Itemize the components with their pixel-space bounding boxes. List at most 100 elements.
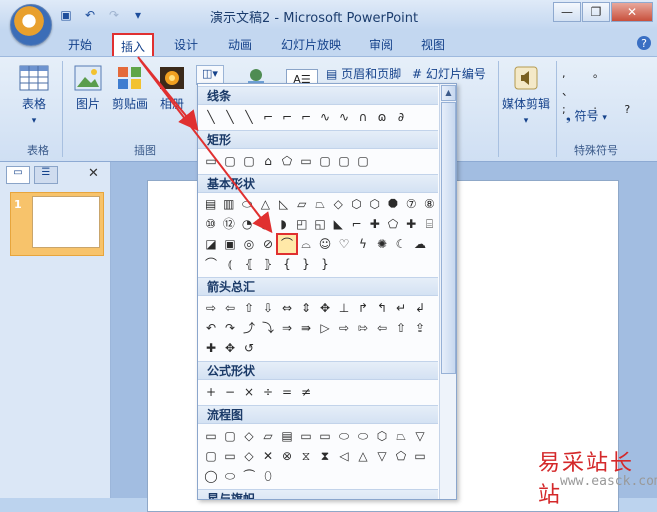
shape-item[interactable]: ↵ [392,299,410,317]
shape-item[interactable]: × [240,383,258,401]
shape-item[interactable]: ⇨ [335,319,353,337]
shape-item[interactable]: ◔ [238,215,255,233]
tab-review[interactable]: 审阅 [362,34,400,54]
undo-icon[interactable]: ↶ [82,7,98,23]
shape-item[interactable]: ☾ [392,235,410,253]
shape-item[interactable]: ▭ [202,152,220,170]
shape-item[interactable]: ◇ [240,447,258,465]
shape-item[interactable]: ▽ [373,447,391,465]
shape-item[interactable]: ↰ [373,299,391,317]
restore-button[interactable]: ❐ [582,2,610,22]
shape-item[interactable]: ⬠ [384,215,401,233]
shape-item[interactable]: ↲ [411,299,429,317]
shape-item[interactable]: ♡ [335,235,353,253]
shape-item[interactable]: ⬭ [221,467,239,485]
shape-item[interactable]: ▢ [202,447,220,465]
office-button-icon[interactable] [10,4,52,46]
shape-item[interactable]: ▷ [316,319,334,337]
shape-item[interactable]: ⑫ [220,215,237,233]
shape-item[interactable]: + [202,383,220,401]
shape-item[interactable]: ⬡ [373,427,391,445]
shape-item[interactable]: ◇ [330,195,347,213]
shape-item[interactable]: ▢ [221,152,239,170]
shape-item[interactable]: ⬠ [278,152,296,170]
shape-item[interactable]: ⌓ [297,235,315,253]
shape-item[interactable]: ◁ [335,447,353,465]
shape-item[interactable]: ▢ [354,152,372,170]
shape-item[interactable]: ▭ [221,447,239,465]
shape-item[interactable]: ▣ [221,235,239,253]
shape-item[interactable]: ◗ [275,215,292,233]
shape-item[interactable]: ⬯ [259,467,277,485]
shape-item[interactable]: ✺ [373,235,391,253]
shape-item[interactable]: ◕ [257,215,274,233]
shape-item[interactable]: ⇰ [354,319,372,337]
picture-button[interactable]: 图片 [70,65,106,112]
shape-item[interactable]: ϟ [354,235,372,253]
tab-slideshow[interactable]: 幻灯片放映 [278,34,344,54]
shape-item[interactable]: ⌐ [259,108,277,126]
shape-item[interactable]: ◯ [202,467,220,485]
shape-item[interactable]: ⏜ [240,467,258,485]
shape-item[interactable]: ⇒ [278,319,296,337]
shape-item[interactable]: ▢ [316,152,334,170]
shape-item[interactable]: ⇧ [240,299,258,317]
shape-item[interactable]: ✥ [221,339,239,357]
shape-item[interactable]: ⬭ [354,427,372,445]
shape-item[interactable]: ▽ [411,427,429,445]
tab-home[interactable]: 开始 [60,34,100,54]
shape-item[interactable]: ⇦ [221,299,239,317]
shape-item[interactable]: ▤ [202,195,219,213]
shape-item[interactable]: ⑦ [403,195,420,213]
shape-item[interactable]: ⊗ [278,447,296,465]
shape-item[interactable]: ⤴ [240,319,258,337]
shape-item[interactable]: ✚ [403,215,420,233]
shape-item[interactable]: ◣ [330,215,347,233]
customize-qat-icon[interactable]: ▾ [130,7,146,23]
shape-item[interactable]: ◱ [311,215,328,233]
shape-item[interactable]: ◇ [240,427,258,445]
shape-item[interactable]: ∂ [392,108,410,126]
shape-item[interactable]: ╲ [221,108,239,126]
shape-item[interactable]: ⑩ [202,215,219,233]
shape-item[interactable]: ⬡ [348,195,365,213]
shape-item[interactable]: ⏢ [311,195,328,213]
slide-number-button[interactable]: # 幻灯片编号 [412,65,486,82]
shape-item[interactable]: ▭ [316,427,334,445]
close-pane-icon[interactable]: ✕ [88,166,99,181]
shape-item[interactable]: ◰ [293,215,310,233]
shape-item[interactable]: ⊘ [259,235,277,253]
gallery-scrollbar[interactable]: ▲ [439,84,456,499]
shape-item[interactable]: ⬭ [238,195,255,213]
shape-item[interactable]: ⦄ [259,255,277,273]
close-button[interactable]: ✕ [611,2,653,22]
shape-item[interactable]: ▥ [220,195,237,213]
shape-item[interactable]: ÷ [259,383,277,401]
shape-item[interactable]: ∿ [316,108,334,126]
album-button[interactable]: 相册 [154,65,190,112]
shape-item[interactable]: ◎ [240,235,258,253]
shape-item[interactable]: } [297,255,315,273]
shape-item[interactable]: ☺ [316,235,334,253]
shape-item[interactable]: △ [257,195,274,213]
shape-item[interactable]: ⌂ [259,152,277,170]
shape-item[interactable]: ▤ [278,427,296,445]
shape-item[interactable]: = [278,383,296,401]
shape-item[interactable]: ▱ [259,427,277,445]
scroll-thumb[interactable] [441,102,456,374]
shape-item[interactable]: ⌸ [421,215,438,233]
shape-item[interactable]: ⬭ [335,427,353,445]
table-button[interactable]: 表格 ▾ [14,65,54,126]
shape-item[interactable]: ⤵ [259,319,277,337]
shape-item[interactable]: ⬠ [392,447,410,465]
shape-item[interactable]: ╲ [240,108,258,126]
shape-item[interactable]: ∿ [335,108,353,126]
shape-item[interactable]: ▭ [297,427,315,445]
shape-item[interactable]: ⇩ [259,299,277,317]
scroll-up-icon[interactable]: ▲ [441,85,456,101]
shape-item[interactable]: ↶ [202,319,220,337]
redo-icon[interactable]: ↷ [106,7,122,23]
shape-item[interactable]: ⦃ [240,255,258,273]
shape-item[interactable]: ⇪ [411,319,429,337]
shape-item[interactable]: ▭ [297,152,315,170]
